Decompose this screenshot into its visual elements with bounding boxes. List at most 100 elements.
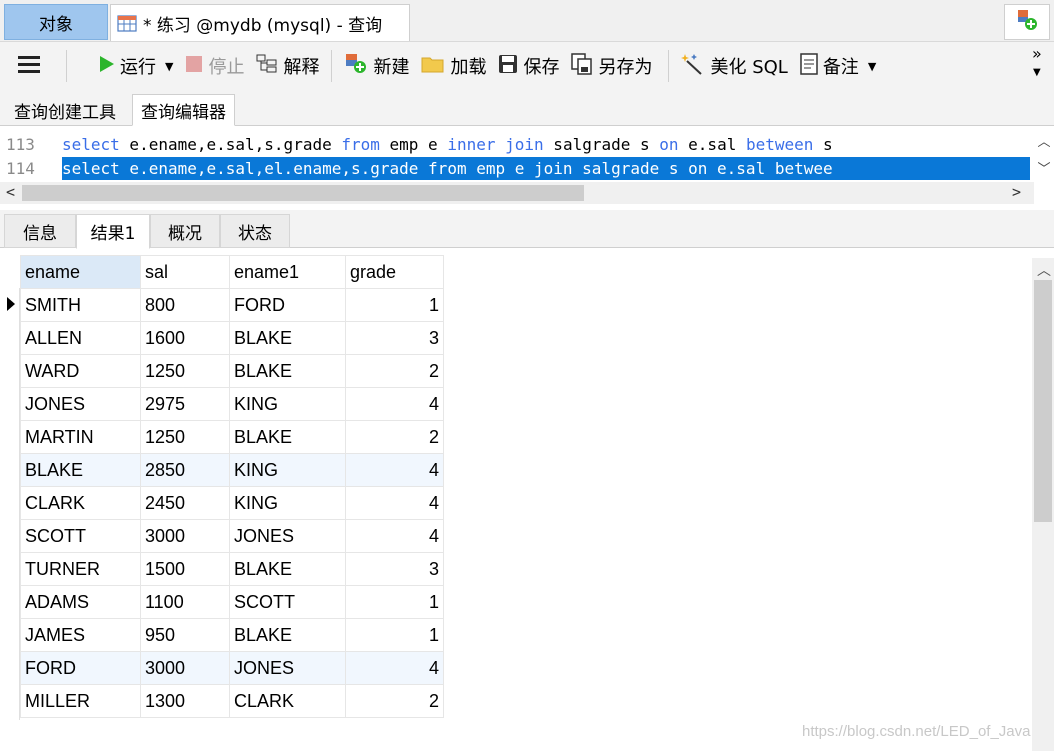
table-cell[interactable]: BLAKE bbox=[229, 618, 346, 652]
table-row[interactable]: SCOTT 3000 JONES 4 bbox=[20, 519, 444, 553]
table-cell[interactable]: KING bbox=[229, 453, 346, 487]
table-cell[interactable]: BLAKE bbox=[229, 321, 346, 355]
table-cell[interactable]: 800 bbox=[140, 288, 230, 322]
table-cell[interactable]: 4 bbox=[345, 453, 444, 487]
table-row[interactable]: MARTIN 1250 BLAKE 2 bbox=[20, 420, 444, 454]
table-cell[interactable]: 1500 bbox=[140, 552, 230, 586]
chevron-down-icon[interactable]: ﹀ bbox=[1037, 158, 1050, 177]
results-grid[interactable]: ename sal ename1 grade SMITH 800 FORD 1 ALLE… bbox=[0, 249, 1032, 751]
table-cell[interactable]: 4 bbox=[345, 486, 444, 520]
table-cell[interactable]: 3 bbox=[345, 552, 444, 586]
more-icon[interactable]: » ▼ bbox=[1032, 46, 1042, 81]
scrollbar-thumb[interactable] bbox=[1034, 280, 1052, 522]
tab-query[interactable]: * 练习 @mydb (mysql) - 查询 bbox=[110, 4, 410, 41]
table-row[interactable]: SMITH 800 FORD 1 bbox=[20, 288, 444, 322]
note-button[interactable]: 备注 ▼ bbox=[794, 46, 882, 86]
table-row[interactable]: WARD 1250 BLAKE 2 bbox=[20, 354, 444, 388]
table-cell[interactable]: 4 bbox=[345, 651, 444, 685]
tab-status[interactable]: 状态 bbox=[220, 214, 290, 248]
table-cell[interactable]: BLAKE bbox=[20, 453, 141, 487]
chevron-up-icon[interactable]: ︿ bbox=[1037, 260, 1051, 280]
table-cell[interactable]: ALLEN bbox=[20, 321, 141, 355]
table-row[interactable]: ADAMS 1100 SCOTT 1 bbox=[20, 585, 444, 619]
table-cell[interactable]: 950 bbox=[140, 618, 230, 652]
editor-horizontal-scrollbar[interactable]: < > bbox=[0, 182, 1034, 204]
chevron-up-icon[interactable]: ︿ bbox=[1037, 131, 1050, 150]
table-row[interactable]: JAMES 950 BLAKE 1 bbox=[20, 618, 444, 652]
table-cell[interactable]: 2 bbox=[345, 354, 444, 388]
chevron-down-icon[interactable]: ▼ bbox=[868, 60, 876, 73]
tab-objects[interactable]: 对象 bbox=[4, 4, 108, 40]
table-cell[interactable]: FORD bbox=[229, 288, 346, 322]
table-cell[interactable]: 1600 bbox=[140, 321, 230, 355]
table-cell[interactable]: TURNER bbox=[20, 552, 141, 586]
table-cell[interactable]: 4 bbox=[345, 387, 444, 421]
table-cell[interactable]: 3000 bbox=[140, 519, 230, 553]
load-button[interactable]: 加载 bbox=[415, 46, 492, 86]
editor-vertical-scrollbar[interactable]: ︿ ﹀ bbox=[1034, 127, 1054, 181]
results-vertical-scrollbar[interactable]: ︿ bbox=[1032, 258, 1054, 751]
column-header[interactable]: grade bbox=[345, 255, 444, 289]
table-cell[interactable]: KING bbox=[229, 486, 346, 520]
beautify-sql-button[interactable]: 美化 SQL bbox=[675, 46, 793, 86]
sql-editor[interactable]: 113 select e.ename,e.sal,s.grade from emp… bbox=[0, 127, 1054, 205]
stop-button[interactable]: 停止 bbox=[179, 46, 250, 86]
tab-overview[interactable]: 概况 bbox=[150, 214, 220, 248]
add-connection-button[interactable] bbox=[1004, 4, 1050, 40]
table-cell[interactable]: SCOTT bbox=[229, 585, 346, 619]
table-cell[interactable]: 1 bbox=[345, 585, 444, 619]
tab-query-builder[interactable]: 查询创建工具 bbox=[6, 94, 124, 126]
table-cell[interactable]: 2975 bbox=[140, 387, 230, 421]
table-cell[interactable]: CLARK bbox=[20, 486, 141, 520]
table-cell[interactable]: SCOTT bbox=[20, 519, 141, 553]
table-cell[interactable]: 1250 bbox=[140, 354, 230, 388]
chevron-left-icon[interactable]: < bbox=[6, 183, 15, 201]
table-row[interactable]: CLARK 2450 KING 4 bbox=[20, 486, 444, 520]
table-cell[interactable]: BLAKE bbox=[229, 420, 346, 454]
table-cell[interactable]: ADAMS bbox=[20, 585, 141, 619]
table-cell[interactable]: CLARK bbox=[229, 684, 346, 718]
save-as-button[interactable]: 另存为 bbox=[565, 46, 658, 86]
table-cell[interactable]: 1250 bbox=[140, 420, 230, 454]
column-header[interactable]: ename1 bbox=[229, 255, 346, 289]
table-cell[interactable]: 1 bbox=[345, 288, 444, 322]
table-cell[interactable]: JAMES bbox=[20, 618, 141, 652]
table-cell[interactable]: 2 bbox=[345, 684, 444, 718]
column-header[interactable]: ename bbox=[20, 255, 141, 289]
table-cell[interactable]: 3 bbox=[345, 321, 444, 355]
table-row[interactable]: BLAKE 2850 KING 4 bbox=[20, 453, 444, 487]
run-button[interactable]: 运行 ▼ bbox=[73, 46, 179, 86]
table-cell[interactable]: 2850 bbox=[140, 453, 230, 487]
table-cell[interactable]: 2 bbox=[345, 420, 444, 454]
table-cell[interactable]: BLAKE bbox=[229, 552, 346, 586]
table-row[interactable]: TURNER 1500 BLAKE 3 bbox=[20, 552, 444, 586]
tab-info[interactable]: 信息 bbox=[4, 214, 76, 248]
table-cell[interactable]: BLAKE bbox=[229, 354, 346, 388]
table-row[interactable]: FORD 3000 JONES 4 bbox=[20, 651, 444, 685]
table-cell[interactable]: KING bbox=[229, 387, 346, 421]
column-header[interactable]: sal bbox=[140, 255, 230, 289]
table-row[interactable]: MILLER 1300 CLARK 2 bbox=[20, 684, 444, 718]
scrollbar-thumb[interactable] bbox=[22, 185, 584, 201]
table-cell[interactable]: MARTIN bbox=[20, 420, 141, 454]
table-cell[interactable]: 2450 bbox=[140, 486, 230, 520]
table-cell[interactable]: 4 bbox=[345, 519, 444, 553]
tab-result1[interactable]: 结果1 bbox=[76, 214, 150, 249]
menu-button[interactable] bbox=[0, 46, 60, 86]
chevron-down-icon[interactable]: ▼ bbox=[165, 60, 173, 73]
table-cell[interactable]: 1 bbox=[345, 618, 444, 652]
table-cell[interactable]: 1300 bbox=[140, 684, 230, 718]
table-cell[interactable]: SMITH bbox=[20, 288, 141, 322]
table-cell[interactable]: FORD bbox=[20, 651, 141, 685]
table-cell[interactable]: 1100 bbox=[140, 585, 230, 619]
tab-query-editor[interactable]: 查询编辑器 bbox=[132, 94, 235, 126]
save-button[interactable]: 保存 bbox=[492, 46, 565, 86]
table-cell[interactable]: WARD bbox=[20, 354, 141, 388]
new-query-button[interactable]: 新建 bbox=[338, 46, 415, 86]
table-row[interactable]: ALLEN 1600 BLAKE 3 bbox=[20, 321, 444, 355]
table-cell[interactable]: 3000 bbox=[140, 651, 230, 685]
chevron-right-icon[interactable]: > bbox=[1012, 183, 1021, 201]
code-line[interactable]: 114 select e.ename,e.sal,el.ename,s.grade… bbox=[0, 157, 1034, 180]
table-cell[interactable]: JONES bbox=[229, 519, 346, 553]
table-cell[interactable]: MILLER bbox=[20, 684, 141, 718]
